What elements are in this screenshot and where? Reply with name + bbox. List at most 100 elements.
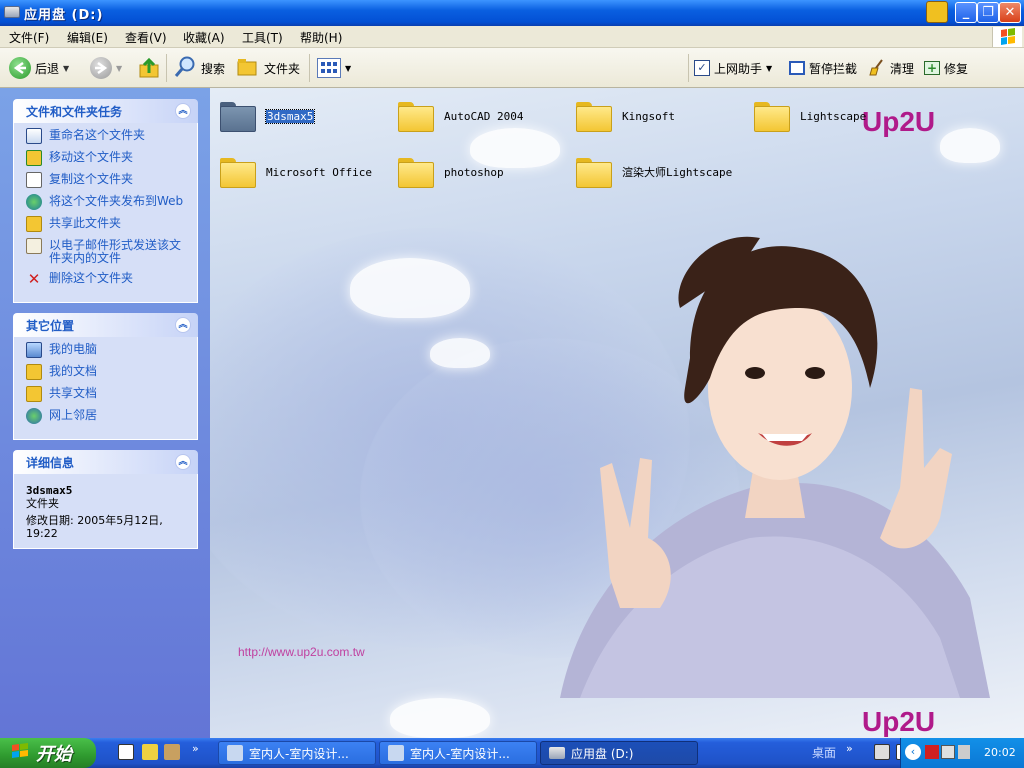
menu-help[interactable]: 帮助(H) bbox=[300, 29, 342, 46]
menu-file[interactable]: 文件(F) bbox=[9, 29, 49, 46]
email-icon bbox=[26, 238, 42, 254]
folder-label: Microsoft Office bbox=[266, 165, 372, 179]
folder-item-lightscape[interactable]: Lightscape bbox=[754, 100, 866, 132]
place-label: 共享文档 bbox=[49, 386, 98, 400]
task-share[interactable]: 共享此文件夹 bbox=[26, 216, 191, 232]
media-player-icon[interactable] bbox=[118, 744, 134, 760]
toolbar: 后退 ▼ ▼ 搜索 文件夹 ▼ ✓ 上网助手 ▼ 暂停拦截 清理 + 修复 bbox=[0, 48, 1024, 88]
folders-button[interactable]: 文件夹 bbox=[236, 56, 300, 80]
menu-edit[interactable]: 编辑(E) bbox=[67, 29, 108, 46]
menu-view[interactable]: 查看(V) bbox=[125, 29, 167, 46]
folder-item-kingsoft[interactable]: Kingsoft bbox=[576, 100, 675, 132]
media-icon[interactable] bbox=[926, 1, 948, 23]
taskbar-item-browser-1[interactable]: 室内人-室内设计... bbox=[218, 741, 376, 765]
folder-view[interactable]: Up2U Up2U http://www.up2u.com.tw 3dsmax5… bbox=[210, 88, 1024, 738]
dove-image bbox=[350, 258, 470, 318]
globe-icon bbox=[26, 194, 42, 210]
minimize-button[interactable]: _ bbox=[955, 2, 977, 23]
details-title: 详细信息 bbox=[26, 456, 75, 470]
views-grid-icon bbox=[317, 58, 341, 78]
folders-icon bbox=[236, 56, 260, 81]
pause-block-button[interactable]: 暂停拦截 bbox=[789, 56, 857, 80]
web-assistant-button[interactable]: ✓ 上网助手 ▼ bbox=[694, 56, 772, 80]
maximize-button[interactable]: ❐ bbox=[977, 2, 999, 23]
chevron-down-icon[interactable]: ▼ bbox=[63, 64, 69, 73]
chevron-down-icon[interactable]: ▼ bbox=[116, 64, 122, 73]
close-button[interactable]: ✕ bbox=[999, 2, 1021, 23]
task-delete[interactable]: ✕ 删除这个文件夹 bbox=[26, 271, 191, 287]
place-network[interactable]: 网上邻居 bbox=[26, 408, 191, 424]
chevron-right-icon[interactable]: » bbox=[192, 742, 199, 755]
tray-app-icon[interactable] bbox=[925, 745, 939, 759]
folder-item-render-master-lightscape[interactable]: 渲染大师Lightscape bbox=[576, 156, 732, 188]
details-modified: 修改日期: 2005年5月12日, 19:22 bbox=[26, 514, 163, 540]
collapse-icon[interactable]: ︽ bbox=[175, 103, 191, 119]
folder-label: 3dsmax5 bbox=[264, 108, 316, 124]
quicklaunch-icon[interactable] bbox=[142, 744, 158, 760]
wallpaper-url: http://www.up2u.com.tw bbox=[238, 645, 365, 659]
task-label: 重命名这个文件夹 bbox=[49, 128, 146, 142]
other-places-title: 其它位置 bbox=[26, 319, 75, 333]
desktop-toolbar-label[interactable]: 桌面 bbox=[812, 744, 836, 761]
folder-item-autocad[interactable]: AutoCAD 2004 bbox=[398, 100, 523, 132]
search-icon bbox=[173, 55, 197, 82]
collapse-icon[interactable]: ︽ bbox=[175, 317, 191, 333]
rename-icon bbox=[26, 128, 42, 144]
file-tasks-header[interactable]: 文件和文件夹任务 ︽ bbox=[13, 99, 198, 123]
title-bar[interactable]: 应用盘 (D:) _ ❐ ✕ bbox=[0, 0, 1024, 26]
place-my-computer[interactable]: 我的电脑 bbox=[26, 342, 191, 358]
menu-tools[interactable]: 工具(T) bbox=[242, 29, 283, 46]
chevron-left-icon[interactable]: ‹ bbox=[905, 744, 921, 760]
taskbar-item-drive-d[interactable]: 应用盘 (D:) bbox=[540, 741, 698, 765]
repair-label: 修复 bbox=[944, 61, 969, 76]
collapse-icon[interactable]: ︽ bbox=[175, 454, 191, 470]
task-label: 应用盘 (D:) bbox=[571, 746, 634, 761]
task-publish-web[interactable]: 将这个文件夹发布到Web bbox=[26, 194, 191, 210]
clean-button[interactable]: 清理 bbox=[868, 56, 914, 80]
explorer-window: 应用盘 (D:) _ ❐ ✕ 文件(F) 编辑(E) 查看(V) 收藏(A) 工… bbox=[0, 0, 1024, 738]
window-title: 应用盘 (D:) bbox=[24, 8, 104, 23]
keyboard-icon[interactable] bbox=[874, 744, 890, 760]
repair-button[interactable]: + 修复 bbox=[924, 56, 968, 80]
task-label: 复制这个文件夹 bbox=[49, 172, 134, 186]
move-icon bbox=[26, 150, 42, 166]
volume-icon[interactable] bbox=[958, 745, 970, 759]
forward-button[interactable]: ▼ bbox=[90, 56, 122, 80]
task-copy[interactable]: 复制这个文件夹 bbox=[26, 172, 191, 188]
folder-item-3dsmax5[interactable]: 3dsmax5 bbox=[220, 100, 316, 132]
chevron-down-icon[interactable]: ▼ bbox=[345, 64, 351, 73]
clock[interactable]: 20:02 bbox=[984, 746, 1016, 759]
checkbox-icon: ✓ bbox=[694, 60, 710, 76]
folders-label: 文件夹 bbox=[264, 61, 301, 76]
folder-label: AutoCAD 2004 bbox=[444, 109, 524, 123]
place-shared-documents[interactable]: 共享文档 bbox=[26, 386, 191, 402]
task-label: 室内人-室内设计... bbox=[249, 746, 349, 761]
start-button[interactable]: 开始 bbox=[0, 738, 96, 768]
task-email[interactable]: 以电子邮件形式发送该文件夹内的文件 bbox=[26, 238, 191, 265]
folder-label: photoshop bbox=[444, 165, 504, 179]
folder-item-photoshop[interactable]: photoshop bbox=[398, 156, 504, 188]
chevron-right-icon[interactable]: » bbox=[846, 742, 853, 755]
folder-item-microsoft-office[interactable]: Microsoft Office bbox=[220, 156, 372, 188]
task-rename[interactable]: 重命名这个文件夹 bbox=[26, 128, 191, 144]
other-places-header[interactable]: 其它位置 ︽ bbox=[13, 313, 198, 337]
back-button[interactable]: 后退 ▼ bbox=[9, 56, 69, 80]
search-button[interactable]: 搜索 bbox=[173, 56, 225, 80]
task-move[interactable]: 移动这个文件夹 bbox=[26, 150, 191, 166]
views-button[interactable]: ▼ bbox=[317, 56, 351, 80]
drive-icon bbox=[4, 6, 20, 18]
taskbar-item-browser-2[interactable]: 室内人-室内设计... bbox=[379, 741, 537, 765]
place-my-documents[interactable]: 我的文档 bbox=[26, 364, 191, 380]
up-folder-button[interactable] bbox=[138, 56, 160, 80]
folder-label: 渲染大师Lightscape bbox=[622, 166, 733, 179]
folder-icon bbox=[754, 100, 790, 132]
up-folder-icon bbox=[138, 57, 160, 79]
chevron-down-icon[interactable]: ▼ bbox=[766, 64, 772, 73]
details-header[interactable]: 详细信息 ︽ bbox=[13, 450, 198, 474]
quicklaunch-icon[interactable] bbox=[164, 744, 180, 760]
network-tray-icon[interactable] bbox=[941, 745, 955, 759]
task-label: 将这个文件夹发布到Web bbox=[49, 194, 184, 208]
menu-favorites[interactable]: 收藏(A) bbox=[183, 29, 225, 46]
place-label: 我的文档 bbox=[49, 364, 98, 378]
folder-label: Lightscape bbox=[800, 109, 867, 123]
